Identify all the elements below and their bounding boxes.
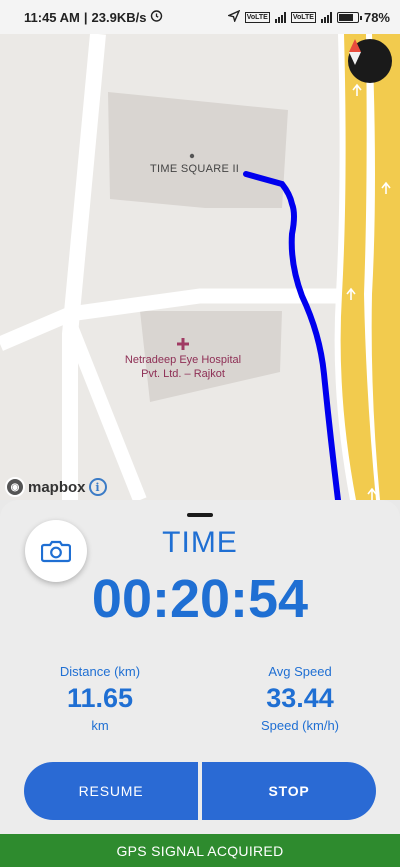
- elapsed-time: 00:20:54: [91, 569, 309, 629]
- tracking-panel: TIME 00:20:54 Distance (km) 11.65 km Avg…: [0, 500, 400, 834]
- drag-handle[interactable]: [187, 513, 213, 517]
- mapbox-logo-icon: ◉: [5, 477, 25, 497]
- road-diagonal: [63, 321, 147, 500]
- speed-value: 33.44: [266, 683, 334, 713]
- map-canvas: [0, 34, 400, 500]
- stop-button[interactable]: STOP: [202, 762, 376, 820]
- signal-bars-2-icon: [320, 11, 332, 23]
- map-view[interactable]: TIME SQUARE II Netradeep Eye Hospital Pv…: [0, 34, 400, 500]
- compass-button[interactable]: [348, 39, 392, 83]
- place-dot-icon: [189, 153, 195, 159]
- poi-label: Netradeep Eye Hospital Pvt. Ltd. – Rajko…: [108, 353, 258, 381]
- building-time-square: [108, 92, 288, 208]
- road-vertical: [62, 34, 106, 500]
- status-left: 11:45 AM | 23.9KB/s: [24, 9, 163, 25]
- clock: 11:45 AM: [24, 9, 80, 25]
- battery-percent: 78%: [363, 9, 390, 25]
- speed-label: Avg Speed: [268, 664, 332, 679]
- separator: |: [83, 9, 88, 25]
- distance-value: 11.65: [66, 683, 134, 713]
- highway-lane-right: [371, 34, 400, 500]
- info-icon[interactable]: i: [88, 478, 107, 496]
- distance-label: Distance (km): [59, 664, 141, 679]
- poi-label-line2: Pvt. Ltd. – Rajkot: [141, 368, 225, 380]
- signal-bars-1-icon: [274, 11, 286, 23]
- status-bar: 11:45 AM | 23.9KB/s VoLTE VoLTE 78%: [0, 0, 400, 34]
- distance-stat: Distance (km) 11.65 km: [0, 664, 200, 733]
- gps-status-banner: GPS SIGNAL ACQUIRED: [0, 834, 400, 867]
- distance-unit: km: [91, 718, 109, 733]
- time-title: TIME: [162, 526, 238, 559]
- battery-fill: [338, 13, 353, 21]
- place-label: TIME SQUARE II: [150, 163, 240, 175]
- speed-unit: Speed (km/h): [260, 718, 340, 733]
- volte-badge-1: VoLTE: [244, 11, 270, 23]
- volte-badge-2: VoLTE: [290, 11, 316, 23]
- speed-stat: Avg Speed 33.44 Speed (km/h): [200, 664, 400, 733]
- compass-icon: [349, 39, 361, 65]
- poi-label-line1: Netradeep Eye Hospital: [124, 354, 242, 366]
- mapbox-wordmark: mapbox: [28, 478, 86, 496]
- alarm-icon: [150, 9, 163, 25]
- resume-button[interactable]: RESUME: [24, 762, 198, 820]
- mapbox-attribution[interactable]: ◉ mapbox i: [5, 477, 107, 497]
- status-right: VoLTE VoLTE 78%: [226, 9, 390, 25]
- network-speed: 23.9KB/s: [91, 9, 147, 25]
- location-arrow-icon: [226, 9, 241, 25]
- battery-icon: [336, 11, 362, 23]
